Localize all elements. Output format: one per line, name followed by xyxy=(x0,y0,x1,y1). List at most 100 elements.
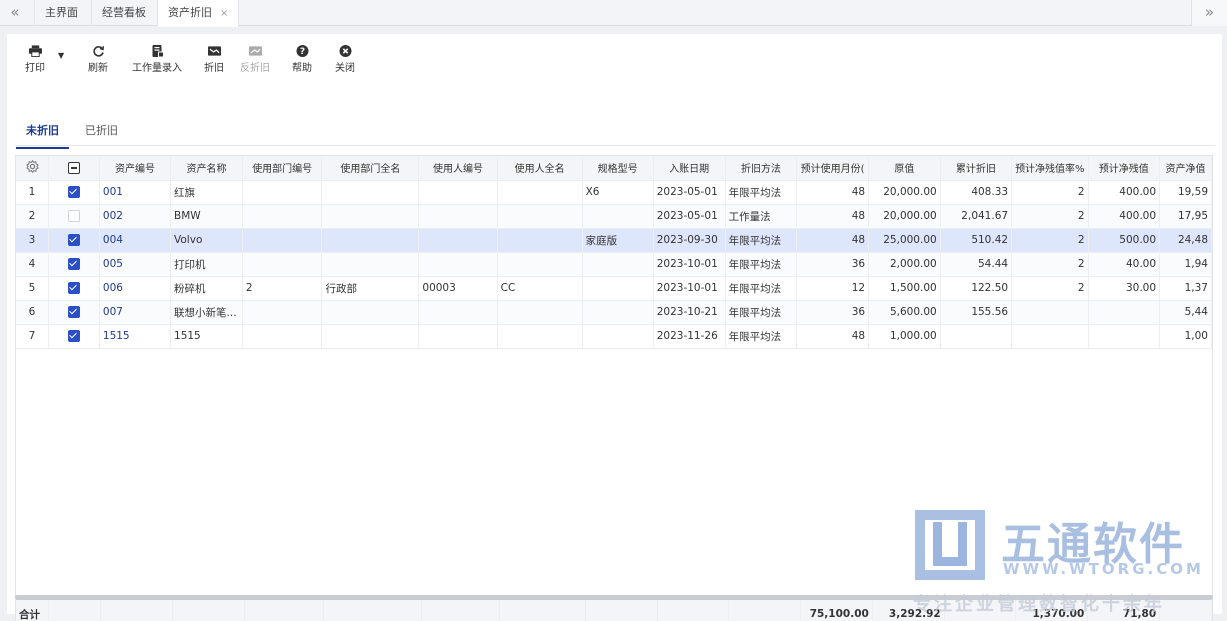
cell-code[interactable]: 002 xyxy=(99,204,172,229)
cell-name: 1515 xyxy=(170,324,243,349)
tab-dashboard[interactable]: 经营看板 xyxy=(91,0,156,26)
refresh-button[interactable]: 刷新 xyxy=(88,45,108,74)
cell-net: 1,94 xyxy=(1159,252,1212,277)
tab-asset-depreciation[interactable]: 资产折旧 × xyxy=(157,0,240,27)
cell-code[interactable]: 007 xyxy=(99,300,172,325)
table-row[interactable]: 2 002 BMW 2023-05-01 工作量法 48 20,000.00 2,041.67… xyxy=(16,204,1212,229)
cell-name: BMW xyxy=(170,204,243,229)
column-settings[interactable] xyxy=(16,156,50,181)
column-header[interactable]: 预计使用月份( xyxy=(796,156,870,181)
tab-home[interactable]: 主界面 xyxy=(34,0,88,26)
cell-code[interactable]: 006 xyxy=(99,276,172,301)
column-header[interactable]: 资产名称 xyxy=(170,156,243,181)
row-checkbox[interactable] xyxy=(48,180,100,205)
column-header[interactable]: 原值 xyxy=(868,156,941,181)
tab-bar: « 主界面 经营看板 资产折旧 × » xyxy=(0,0,1227,27)
column-header[interactable]: 入账日期 xyxy=(653,156,726,181)
svg-text:?: ? xyxy=(299,47,304,57)
cell-rate: 2 xyxy=(1011,204,1089,229)
cell-accum: 2,041.67 xyxy=(940,204,1013,229)
row-checkbox[interactable] xyxy=(48,300,100,325)
tab-undepreciated[interactable]: 未折旧 xyxy=(16,122,69,149)
cell-months: 36 xyxy=(796,252,870,277)
row-checkbox[interactable] xyxy=(48,204,100,229)
help-button[interactable]: ? 帮助 xyxy=(292,45,312,74)
column-header[interactable]: 预计净残值 xyxy=(1088,156,1161,181)
column-header[interactable]: 使用部门编号 xyxy=(242,156,323,181)
cell-name: 打印机 xyxy=(170,252,243,277)
cell-original: 5,600.00 xyxy=(868,300,941,325)
row-checkbox[interactable] xyxy=(48,252,100,277)
checkbox-indeterminate-icon xyxy=(67,161,80,174)
undo-depreciate-label: 反折旧 xyxy=(240,63,270,74)
cell-dept xyxy=(321,252,420,277)
cell-dept-no xyxy=(242,300,323,325)
cell-name: Volvo xyxy=(170,228,243,253)
row-checkbox[interactable] xyxy=(48,228,100,253)
help-icon: ? xyxy=(296,45,308,57)
cell-code[interactable]: 005 xyxy=(99,252,172,277)
cell-code[interactable]: 001 xyxy=(99,180,172,205)
undo-depreciate-button[interactable]: 反折旧 xyxy=(240,45,270,74)
scroll-tabs-right-icon[interactable]: » xyxy=(1191,0,1227,26)
cell-user-no: 00003 xyxy=(418,276,498,301)
tab-depreciated[interactable]: 已折旧 xyxy=(85,122,118,138)
row-checkbox[interactable] xyxy=(48,276,100,301)
print-button[interactable]: 打印 ▼ xyxy=(25,45,64,74)
checkbox-checked-icon xyxy=(67,186,80,198)
close-tab-icon[interactable]: × xyxy=(220,8,228,19)
cell-rate: 2 xyxy=(1011,228,1089,253)
column-header[interactable]: 使用人全名 xyxy=(497,156,583,181)
cell-date: 2023-11-26 xyxy=(653,324,726,349)
depreciate-button[interactable]: 折旧 xyxy=(204,45,224,74)
select-all-checkbox[interactable] xyxy=(48,156,100,181)
printer-icon xyxy=(28,45,42,57)
cell-spec xyxy=(582,300,654,325)
column-header[interactable]: 使用人编号 xyxy=(418,156,498,181)
column-header[interactable]: 预计净残值率% xyxy=(1011,156,1089,181)
scroll-tabs-left-icon[interactable]: « xyxy=(0,0,30,26)
close-label: 关闭 xyxy=(335,63,355,74)
cell-residual: 500.00 xyxy=(1088,228,1161,253)
table-row[interactable]: 5 006 粉碎机 2 行政部 00003 CC 2023-10-01 年限平均法 12 1,500… xyxy=(16,276,1212,301)
cell-user xyxy=(497,300,583,325)
help-label: 帮助 xyxy=(292,63,312,74)
cell-code[interactable]: 1515 xyxy=(99,324,172,349)
row-number: 6 xyxy=(16,300,50,325)
workload-entry-label: 工作量录入 xyxy=(132,63,182,74)
asset-table: 资产编号 资产名称 使用部门编号 使用部门全名 使用人编号 使用人全名 规格型号… xyxy=(16,156,1212,349)
cell-accum xyxy=(940,324,1013,349)
table-row[interactable]: 4 005 打印机 2023-10-01 年限平均法 36 2,000.00 54.44 2 40… xyxy=(16,252,1212,277)
row-checkbox[interactable] xyxy=(48,324,100,349)
column-header[interactable]: 折旧方法 xyxy=(725,156,798,181)
cell-spec: X6 xyxy=(582,180,654,205)
cell-dept xyxy=(321,204,420,229)
column-header[interactable]: 规格型号 xyxy=(582,156,654,181)
asset-grid: 资产编号 资产名称 使用部门编号 使用部门全名 使用人编号 使用人全名 规格型号… xyxy=(15,155,1213,599)
row-number: 1 xyxy=(16,180,50,205)
table-header-row: 资产编号 资产名称 使用部门编号 使用部门全名 使用人编号 使用人全名 规格型号… xyxy=(16,156,1212,181)
cell-original: 20,000.00 xyxy=(868,180,941,205)
cell-method: 年限平均法 xyxy=(725,300,798,325)
column-header[interactable]: 累计折旧 xyxy=(940,156,1013,181)
checkbox-unchecked-icon xyxy=(67,210,80,222)
cell-dept xyxy=(321,180,420,205)
totals-row: 合计 75,100.00 3,292.92 1,370.00 71,80 xyxy=(15,600,1213,621)
total-accumulated: 3,292.92 xyxy=(872,600,945,621)
document-edit-icon xyxy=(152,45,164,57)
cell-user-no xyxy=(418,300,498,325)
workload-entry-button[interactable]: 工作量录入 xyxy=(132,45,182,74)
cell-residual: 30.00 xyxy=(1088,276,1161,301)
cell-rate: 2 xyxy=(1011,180,1089,205)
table-row[interactable]: 1 001 红旗 X6 2023-05-01 年限平均法 48 20,000.00 408.33… xyxy=(16,180,1212,205)
cell-net: 17,95 xyxy=(1159,204,1212,229)
table-row[interactable]: 3 004 Volvo 家庭版 2023-09-30 年限平均法 48 25,000.00 51… xyxy=(16,228,1212,253)
column-header[interactable]: 资产编号 xyxy=(99,156,172,181)
cell-code[interactable]: 004 xyxy=(99,228,172,253)
table-row[interactable]: 6 007 联想小新笔... 2023-10-21 年限平均法 36 5,600.00 155… xyxy=(16,300,1212,325)
column-header[interactable]: 资产净值 xyxy=(1159,156,1212,181)
column-header[interactable]: 使用部门全名 xyxy=(321,156,420,181)
table-row[interactable]: 7 1515 1515 2023-11-26 年限平均法 48 1,000.00 1,00 xyxy=(16,324,1212,349)
close-button[interactable]: 关闭 xyxy=(335,45,355,74)
chevron-down-icon[interactable]: ▼ xyxy=(58,51,64,60)
